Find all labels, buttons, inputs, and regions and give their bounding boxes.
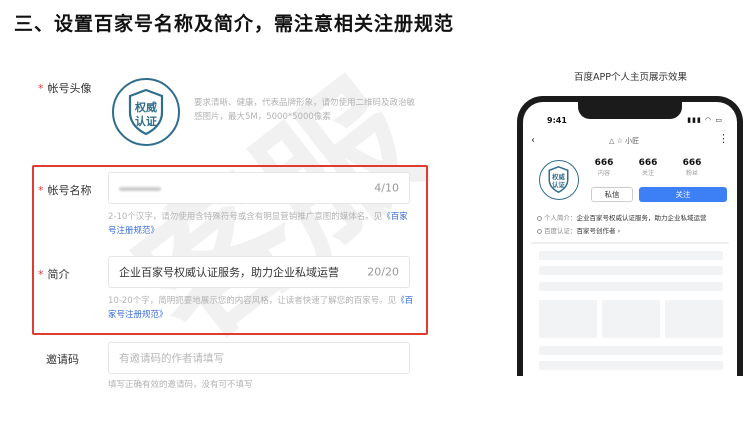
intro-text: 企业百家号权威认证服务，助力企业私域运营 <box>576 214 707 222</box>
name-char-count: 4/10 <box>374 181 399 195</box>
name-label-row: * 帐号名称 <box>38 182 92 198</box>
verified-icon <box>537 229 542 234</box>
intro-value: 企业百家号权威认证服务，助力企业私域运营 <box>119 266 339 279</box>
shield-icon: 权威 认证 <box>128 88 164 136</box>
message-button[interactable]: 私信 <box>591 187 633 202</box>
invite-hint: 填写正确有效的邀请码，没有可不填写 <box>108 380 253 390</box>
preview-caption: 百度APP个人主页展示效果 <box>574 72 687 83</box>
required-asterisk: * <box>38 268 44 281</box>
more-icon[interactable]: ⋮ <box>718 132 729 145</box>
avatar-hint: 要求清晰、健康，代表品牌形象，请勿使用二维码及政治敏感图片，最大5M，5000*… <box>194 98 416 122</box>
person-icon <box>537 216 542 221</box>
profile-nav-title: △ ☆ 小匠 <box>609 137 640 145</box>
shield-icon: 权威 认证 <box>548 165 569 194</box>
avatar-badge-line1: 权威 <box>134 100 157 114</box>
profile-avatar: 权威 认证 <box>539 160 579 200</box>
required-asterisk: * <box>38 184 44 197</box>
cert-key: 百度认证： <box>544 227 577 235</box>
profile-avatar-line1: 权威 <box>551 172 565 181</box>
invite-label: 邀请码 <box>46 353 79 366</box>
placeholder-tile <box>602 300 660 338</box>
stat-number: 666 <box>638 158 658 168</box>
avatar-upload[interactable]: 权威 认证 <box>112 78 180 146</box>
intro-input[interactable]: 企业百家号权威认证服务，助力企业私域运营 20/20 <box>108 256 410 288</box>
stat-fans: 666 粉丝 <box>677 158 707 177</box>
cert-text[interactable]: 百家号创作者 › <box>577 227 621 235</box>
name-input[interactable]: 4/10 <box>108 172 410 204</box>
page-title: 三、设置百家号名称及简介，需注意相关注册规范 <box>14 13 455 35</box>
stat-label: 关注 <box>641 170 654 177</box>
invite-placeholder: 有邀请码的作者请填写 <box>119 352 224 365</box>
stat-content: 666 内容 <box>589 158 619 177</box>
blurred-name-value <box>119 187 161 191</box>
intro-label-row: * 简介 <box>38 266 70 282</box>
phone-mockup: 9:41 ▮▮▮ ◠ ▭ ‹ △ ☆ 小匠 ⋮ 权威 认证 666 内容 666… <box>517 96 743 376</box>
profile-avatar-line2: 认证 <box>552 180 565 189</box>
name-hint-text: 2-10个汉字，请勿使用含特殊符号或含有明显营销推广意图的媒体名。见 <box>108 212 383 222</box>
stat-number: 666 <box>682 158 702 168</box>
stat-label: 粉丝 <box>685 170 698 177</box>
avatar-label: 帐号头像 <box>47 82 92 95</box>
status-time: 9:41 <box>547 116 567 125</box>
placeholder-bar <box>539 282 723 291</box>
placeholder-bar <box>539 361 723 370</box>
placeholder-tile <box>539 300 597 338</box>
divider <box>531 242 729 244</box>
name-label: 帐号名称 <box>47 184 92 197</box>
phone-notch <box>578 102 682 119</box>
intro-char-count: 20/20 <box>367 265 399 279</box>
placeholder-bar <box>539 251 723 260</box>
placeholder-bar <box>539 346 723 355</box>
name-hint: 2-10个汉字，请勿使用含特殊符号或含有明显营销推广意图的媒体名。见《百家号注册… <box>108 210 414 238</box>
invite-code-input[interactable]: 有邀请码的作者请填写 <box>108 342 410 374</box>
stat-following: 666 关注 <box>633 158 663 177</box>
profile-intro-line: 个人简介：企业百家号权威认证服务，助力企业私域运营 <box>537 212 707 222</box>
avatar-label-row: * 帐号头像 <box>38 80 92 96</box>
follow-button[interactable]: 关注 <box>639 187 727 202</box>
avatar-badge-line2: 认证 <box>135 114 157 128</box>
profile-cert-line: 百度认证：百家号创作者 › <box>537 225 620 235</box>
intro-key: 个人简介： <box>544 214 577 222</box>
required-asterisk: * <box>38 82 44 95</box>
intro-hint-text: 10-20个字，简明扼要地展示您的内容风格，让读者快速了解您的百家号。见 <box>108 296 397 306</box>
intro-label: 简介 <box>47 268 70 281</box>
stat-label: 内容 <box>597 170 610 177</box>
intro-hint: 10-20个字，简明扼要地展示您的内容风格，让读者快速了解您的百家号。见《百家号… <box>108 294 414 322</box>
back-icon[interactable]: ‹ <box>531 135 535 146</box>
placeholder-bar <box>539 266 723 275</box>
placeholder-tile <box>665 300 723 338</box>
stat-number: 666 <box>594 158 614 168</box>
status-bar-icons: ▮▮▮ ◠ ▭ <box>687 116 723 124</box>
